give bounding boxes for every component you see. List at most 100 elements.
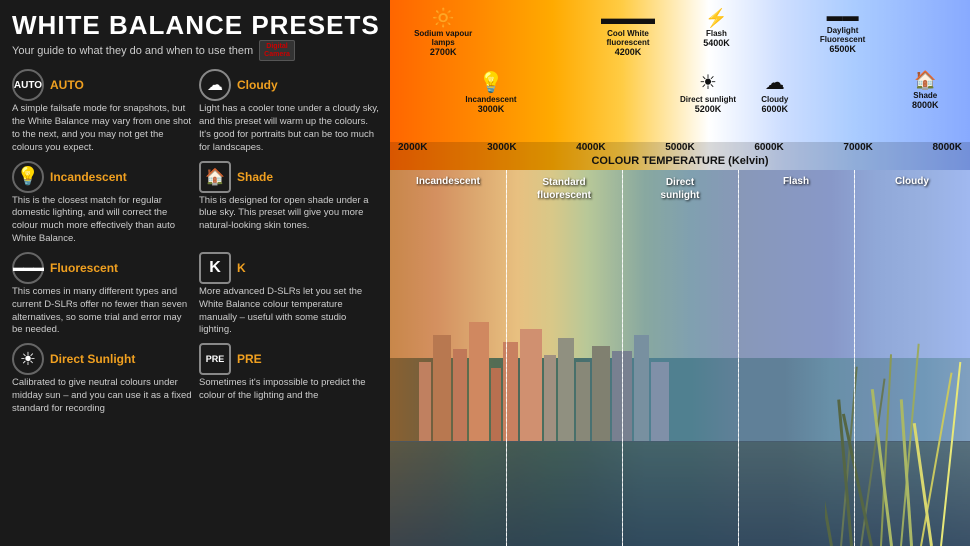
subtitle: Your guide to what they do and when to u…: [12, 40, 380, 61]
grass-12: [940, 362, 961, 546]
k-icon: K: [199, 252, 231, 284]
colour-temperature-title: COLOUR TEMPERATURE (Kelvin): [390, 155, 970, 170]
cloudy-temp-label: Cloudy: [761, 95, 788, 104]
k-name: K: [237, 261, 246, 275]
cool-white-label: Cool White fluorescent: [593, 29, 663, 47]
direct-sun-kelvin: 5200K: [695, 104, 722, 114]
cloudy-temp-kelvin: 6000K: [761, 104, 788, 114]
right-panel: 🔆 Sodium vapour lamps 2700K ▬▬▬ Cool Whi…: [390, 0, 970, 546]
preset-shade-header: 🏠 Shade: [199, 161, 380, 193]
auto-icon: AUTO: [12, 69, 44, 101]
preset-shade: 🏠 Shade This is designed for open shade …: [199, 161, 380, 246]
preset-incandescent: 💡 Incandescent This is the closest match…: [12, 161, 193, 246]
building-9: [558, 338, 574, 441]
building-10: [576, 362, 590, 441]
label-direct-sunlight: Directsunlight: [661, 176, 700, 202]
building-13: [634, 335, 649, 440]
fluorescent-desc: This comes in many different types and c…: [12, 286, 193, 337]
pre-desc: Sometimes it's impossible to predict the…: [199, 377, 380, 403]
k-5000: 5000K: [665, 142, 694, 153]
cool-white-icon: ▬▬▬: [601, 8, 655, 29]
label-cloudy: Cloudy: [895, 176, 929, 187]
building-7: [520, 329, 542, 441]
incandescent-icon: 💡: [12, 161, 44, 193]
k-2000: 2000K: [398, 142, 427, 153]
temp-direct-sun: ☀ Direct sunlight 5200K: [680, 70, 736, 114]
building-5: [491, 368, 501, 440]
temp-daylight-fluor: ▬▬ Daylight Fluorescent 6500K: [808, 8, 878, 54]
label-incandescent: Incandescent: [416, 176, 480, 187]
preset-pre: PRE PRE Sometimes it's impossible to pre…: [199, 343, 380, 415]
cloudy-temp-icon: ☁: [765, 70, 785, 95]
daylight-fluor-kelvin: 6500K: [829, 44, 856, 54]
kelvin-scale-bar: 2000K 3000K 4000K 5000K 6000K 7000K 8000…: [390, 142, 970, 170]
building-4: [469, 322, 489, 440]
preset-sunlight-header: ☀ Direct Sunlight: [12, 343, 193, 375]
k-8000: 8000K: [932, 142, 961, 153]
main-title: WHITE BALANCE PRESETS: [12, 12, 380, 38]
flash-kelvin: 5400K: [703, 38, 730, 48]
cloudy-desc: Light has a cooler tone under a cloudy s…: [199, 103, 380, 154]
temp-incandescent: 💡 Incandescent 3000K: [465, 70, 516, 114]
preset-k-header: K K: [199, 252, 380, 284]
preset-direct-sunlight: ☀ Direct Sunlight Calibrated to give neu…: [12, 343, 193, 415]
logo-badge: Digital Camera: [259, 40, 295, 61]
preset-auto-header: AUTO AUTO: [12, 69, 193, 101]
building-2: [433, 335, 451, 440]
auto-name: AUTO: [50, 78, 84, 92]
presets-grid: AUTO AUTO A simple failsafe mode for sna…: [12, 69, 380, 415]
k-desc: More advanced D-SLRs let you set the Whi…: [199, 286, 380, 337]
building-14: [651, 362, 669, 441]
sodium-label: Sodium vapour lamps: [413, 29, 473, 47]
k-7000: 7000K: [843, 142, 872, 153]
preset-fluorescent: ▬▬▬ Fluorescent This comes in many diffe…: [12, 252, 193, 337]
direct-sun-label: Direct sunlight: [680, 95, 736, 104]
cloudy-name: Cloudy: [237, 78, 278, 92]
building-1: [419, 362, 431, 441]
grass-10: [920, 373, 953, 546]
fluorescent-name: Fluorescent: [50, 261, 118, 275]
flash-label: Flash: [706, 29, 727, 38]
direct-sun-icon: ☀: [699, 70, 717, 95]
building-3: [453, 349, 467, 441]
sunlight-desc: Calibrated to give neutral colours under…: [12, 377, 193, 415]
daylight-fluor-label: Daylight Fluorescent: [808, 26, 878, 44]
sodium-kelvin: 2700K: [430, 47, 457, 57]
cool-white-kelvin: 4200K: [615, 47, 642, 57]
incandescent-desc: This is the closest match for regular do…: [12, 195, 193, 246]
preset-auto: AUTO AUTO A simple failsafe mode for sna…: [12, 69, 193, 154]
sunlight-name: Direct Sunlight: [50, 352, 135, 366]
k-3000: 3000K: [487, 142, 516, 153]
preset-incandescent-header: 💡 Incandescent: [12, 161, 193, 193]
shade-temp-label: Shade: [913, 91, 937, 100]
building-12: [612, 351, 632, 440]
grass-1: [825, 390, 833, 546]
shade-temp-icon: 🏠: [914, 70, 936, 91]
incandescent-temp-icon: 💡: [479, 70, 504, 95]
kelvin-labels: 2000K 3000K 4000K 5000K 6000K 7000K 8000…: [390, 142, 970, 155]
pre-icon: PRE: [199, 343, 231, 375]
shade-icon: 🏠: [199, 161, 231, 193]
preset-fluorescent-header: ▬▬▬ Fluorescent: [12, 252, 193, 284]
label-flash: Flash: [783, 176, 809, 187]
temp-cloudy: ☁ Cloudy 6000K: [761, 70, 788, 114]
temp-cool-white: ▬▬▬ Cool White fluorescent 4200K: [593, 8, 663, 57]
incandescent-name: Incandescent: [50, 170, 127, 184]
harbor-scene: Incandescent Standardfluorescent Directs…: [390, 170, 970, 546]
k-6000: 6000K: [754, 142, 783, 153]
temp-flash: ⚡ Flash 5400K: [703, 8, 730, 48]
incandescent-temp-label: Incandescent: [465, 95, 516, 104]
pre-name: PRE: [237, 352, 262, 366]
daylight-fluor-icon: ▬▬: [827, 8, 859, 26]
building-11: [592, 346, 610, 441]
photo-section: Incandescent Standardfluorescent Directs…: [390, 170, 970, 546]
temp-sodium: 🔆 Sodium vapour lamps 2700K: [413, 8, 473, 57]
shade-name: Shade: [237, 170, 273, 184]
building-8: [544, 355, 556, 441]
shade-temp-kelvin: 8000K: [912, 100, 939, 110]
auto-desc: A simple failsafe mode for snapshots, bu…: [12, 103, 193, 154]
sodium-icon: 🔆: [432, 8, 454, 29]
preset-cloudy-header: ☁ Cloudy: [199, 69, 380, 101]
sunlight-icon: ☀: [12, 343, 44, 375]
label-standard-fluor: Standardfluorescent: [537, 176, 591, 202]
